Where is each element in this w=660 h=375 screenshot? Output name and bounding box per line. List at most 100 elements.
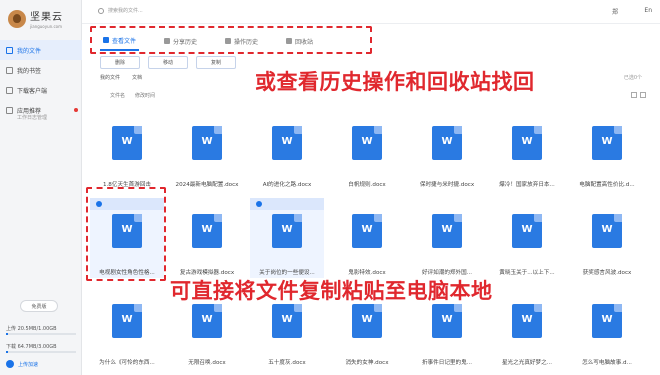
download-quota-bar <box>6 351 76 353</box>
word-doc-icon: W <box>192 304 222 338</box>
file-item[interactable]: W 爆冷！国家放弃日本... <box>490 110 564 190</box>
word-doc-icon: W <box>592 304 622 338</box>
file-name: 保时捷与米时捷.docx <box>419 182 475 188</box>
word-doc-icon: W <box>352 126 382 160</box>
file-item[interactable]: W 2024最新电脑配置.docx <box>170 110 244 190</box>
selection-count: 已选0个 <box>623 75 642 81</box>
move-button[interactable]: 移动 <box>148 56 188 69</box>
search-icon <box>98 7 104 14</box>
file-name: 电脑配置高性价比.d... <box>579 182 635 188</box>
file-item[interactable]: W 鬼影特效.docx <box>330 198 404 278</box>
word-doc-icon: W <box>432 304 462 338</box>
search-placeholder: 搜索我的文件... <box>108 8 143 14</box>
copy-button[interactable]: 复制 <box>196 56 236 69</box>
upload-accelerate-button[interactable]: 上传加速 <box>6 360 38 368</box>
file-actions: 删除 移动 复制 <box>100 56 236 69</box>
selected-checkbox[interactable] <box>256 201 262 207</box>
language-toggle[interactable]: En <box>644 7 652 14</box>
word-doc-icon: W <box>272 126 302 160</box>
word-doc-icon: W <box>432 126 462 160</box>
file-item[interactable]: W 怎么写电脑故事.d... <box>570 288 644 368</box>
folder-icon <box>6 46 13 54</box>
sort-bar: 文件名 修改时间 <box>110 92 155 99</box>
breadcrumb-current[interactable]: 文档 <box>132 74 142 81</box>
apps-icon <box>6 106 13 114</box>
annotation-caption-top: 或查看历史操作和回收站找回 <box>255 70 535 94</box>
file-item[interactable]: W 复古游戏模拟器.docx <box>170 198 244 278</box>
word-doc-icon: W <box>512 214 542 248</box>
upload-accelerate-label: 上传加速 <box>18 361 39 368</box>
list-view-icon[interactable] <box>640 92 646 98</box>
file-name: 无限召唤.docx <box>188 360 226 366</box>
logo-text: 坚果云 <box>30 12 63 23</box>
file-name: 白帆规则.docx <box>348 182 386 188</box>
file-item[interactable]: W 保时捷与米时捷.docx <box>410 110 484 190</box>
file-name: 2024最新电脑配置.docx <box>175 182 239 188</box>
word-doc-icon: W <box>512 304 542 338</box>
word-doc-icon: W <box>112 126 142 160</box>
file-name: 获奖感言风波.docx <box>582 270 632 276</box>
file-name: 消失的女神.docx <box>345 360 389 366</box>
file-name: 黄晓玉关于...以上下... <box>499 270 555 276</box>
file-item[interactable]: W 黄晓玉关于...以上下... <box>490 198 564 278</box>
word-doc-icon: W <box>512 126 542 160</box>
sidebar: 坚果云 jianguoyun.com 我的文件 我的书签 下载客户端 应用推荐 … <box>0 0 82 375</box>
notification-badge <box>74 108 78 112</box>
file-item[interactable]: W 好评如潮的郑外国... <box>410 198 484 278</box>
word-doc-icon: W <box>592 126 622 160</box>
free-plan-button[interactable]: 免费版 <box>20 300 58 312</box>
word-doc-icon: W <box>192 214 222 248</box>
file-item[interactable]: W 获奖感言风波.docx <box>570 198 644 278</box>
nut-logo-icon <box>8 9 26 28</box>
logo[interactable]: 坚果云 jianguoyun.com <box>8 8 63 29</box>
sidebar-item-label: 我的书签 <box>17 67 42 75</box>
breadcrumb-root[interactable]: 我的文件 <box>100 74 120 81</box>
upload-quota: 上传 20.5MB/1.00GB <box>6 326 57 332</box>
file-item[interactable]: W 白帆规则.docx <box>330 110 404 190</box>
file-name: 折事件日记里的鬼... <box>421 360 473 366</box>
word-doc-icon: W <box>272 214 302 248</box>
grid-view-icon[interactable] <box>631 92 637 98</box>
annotation-box-selected-file <box>86 187 166 281</box>
word-doc-icon: W <box>352 214 382 248</box>
sort-by-time[interactable]: 修改时间 <box>135 92 155 99</box>
word-doc-icon: W <box>432 214 462 248</box>
annotation-caption-bottom: 可直接将文件复制粘贴至电脑本地 <box>170 279 493 303</box>
file-item[interactable]: W 为什么《可怜的东西... <box>90 288 164 368</box>
file-name: 爆冷！国家放弃日本... <box>499 182 555 188</box>
file-item[interactable]: W 1.8亿天生首游回击 <box>90 110 164 190</box>
breadcrumb: 我的文件 文档 <box>100 74 142 81</box>
annotation-box-tabs <box>90 26 372 54</box>
search-input[interactable]: 搜索我的文件... <box>98 7 143 14</box>
rocket-icon <box>6 360 14 368</box>
topbar: 搜索我的文件... 郑 En <box>82 0 660 24</box>
word-doc-icon: W <box>352 304 382 338</box>
file-item[interactable]: W 关于岗位的一些便设... <box>250 198 324 278</box>
word-doc-icon: W <box>272 304 302 338</box>
word-doc-icon: W <box>192 126 222 160</box>
sidebar-item-label: 我的文件 <box>17 47 42 55</box>
download-icon <box>6 86 13 94</box>
sidebar-item-sublabel: 工作日志管理 <box>17 115 48 121</box>
file-name: AI的进化之路.docx <box>262 182 312 188</box>
file-name: 星光之光真好梦之... <box>501 360 553 366</box>
file-item[interactable]: W AI的进化之路.docx <box>250 110 324 190</box>
sidebar-nav: 我的文件 我的书签 下载客户端 应用推荐 工作日志管理 <box>0 40 82 121</box>
word-doc-icon: W <box>592 214 622 248</box>
sort-by-name[interactable]: 文件名 <box>110 92 125 99</box>
sidebar-item-download-client[interactable]: 下载客户端 <box>0 80 82 100</box>
word-doc-icon: W <box>112 304 142 338</box>
file-name: 怎么写电脑故事.d... <box>582 360 632 366</box>
file-name: 为什么《可怜的东西... <box>99 360 155 366</box>
sidebar-item-bookmarks[interactable]: 我的书签 <box>0 60 82 80</box>
sidebar-item-label: 下载客户端 <box>17 87 48 95</box>
bookmark-icon <box>6 66 13 74</box>
user-menu[interactable]: 郑 <box>612 7 618 16</box>
sidebar-item-my-files[interactable]: 我的文件 <box>0 40 82 60</box>
upload-quota-bar <box>6 333 76 335</box>
file-item[interactable]: W 电脑配置高性价比.d... <box>570 110 644 190</box>
file-name: 五十度灰.docx <box>268 360 306 366</box>
delete-button[interactable]: 删除 <box>100 56 140 69</box>
view-toggle <box>631 92 646 98</box>
file-item[interactable]: W 星光之光真好梦之... <box>490 288 564 368</box>
